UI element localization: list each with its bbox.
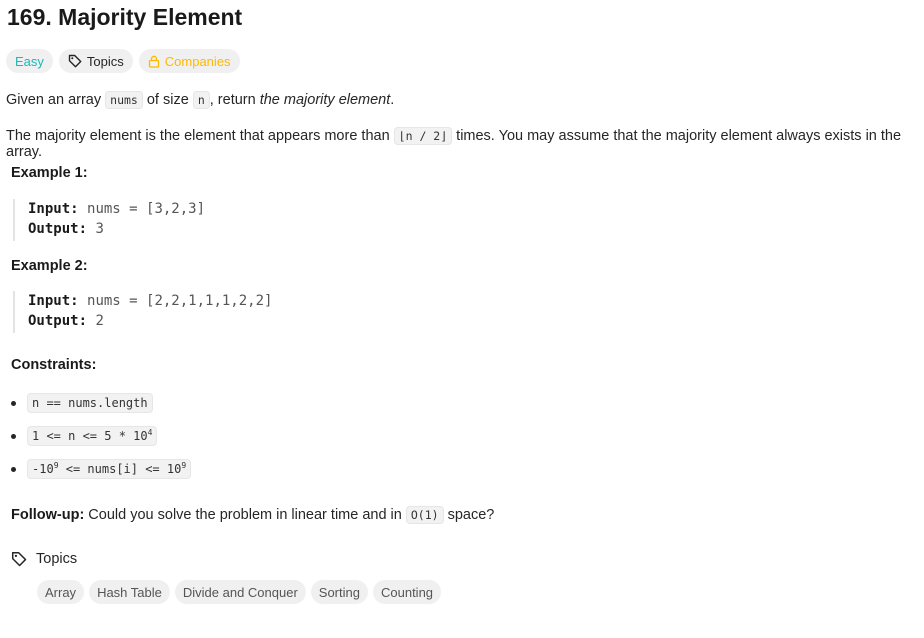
constraints-title: Constraints:	[11, 357, 97, 373]
text: The majority element is the element that…	[6, 128, 394, 144]
example-1-block: Input: nums = [3,2,3] Output: 3	[13, 199, 205, 241]
description-paragraph-1: Given an array nums of size n, return th…	[6, 91, 395, 109]
input-label: Input:	[28, 293, 79, 309]
output-value: 3	[95, 221, 104, 237]
constraint-code: -109 <= nums[i] <= 109	[27, 459, 192, 479]
bullet	[11, 433, 16, 439]
exponent: 9	[181, 461, 187, 470]
output-label: Output:	[28, 313, 88, 329]
text: 1 <= n <= 5 * 10	[32, 429, 148, 443]
companies-button[interactable]: Companies	[138, 49, 240, 73]
difficulty-label: Easy	[15, 53, 44, 69]
topics-button[interactable]: Topics	[58, 49, 133, 73]
constraint-item: n == nums.length	[11, 393, 153, 413]
output-value: 2	[95, 313, 104, 329]
topic-tags: Array Hash Table Divide and Conquer Sort…	[37, 580, 442, 604]
text: Given an array	[6, 92, 106, 108]
bullet	[11, 400, 16, 406]
constraint-item: -109 <= nums[i] <= 109	[11, 459, 192, 479]
inline-code: ⌊n / 2⌋	[393, 127, 453, 145]
text: -10	[32, 462, 54, 476]
constraint-code: 1 <= n <= 5 * 104	[27, 426, 158, 446]
tag-icon	[68, 54, 82, 68]
input-value: nums = [2,2,1,1,1,2,2]	[87, 293, 273, 309]
problem-page: 169. Majority Element Easy Topics Compan…	[0, 0, 924, 638]
inline-code: n	[192, 91, 210, 109]
follow-up-label: Follow-up:	[11, 507, 85, 523]
inline-code: nums	[105, 91, 143, 109]
topic-tag-sorting[interactable]: Sorting	[310, 580, 368, 604]
tag-icon	[11, 551, 27, 567]
emphasis-text: the majority element	[259, 92, 391, 108]
topic-tag-array[interactable]: Array	[37, 580, 85, 604]
bullet	[11, 466, 16, 472]
topic-tag-counting[interactable]: Counting	[372, 580, 442, 604]
example-1-title: Example 1:	[11, 165, 88, 181]
topics-button-label: Topics	[86, 53, 124, 69]
text: Could you solve the problem in linear ti…	[84, 507, 406, 523]
inline-code: O(1)	[405, 506, 444, 524]
topic-tag-hash-table[interactable]: Hash Table	[89, 580, 170, 604]
problem-pills: Easy Topics Companies	[6, 49, 240, 73]
text: <= nums[i] <= 10	[58, 462, 182, 476]
output-label: Output:	[28, 221, 88, 237]
companies-button-label: Companies	[164, 53, 231, 69]
text: , return	[209, 92, 260, 108]
text: space?	[443, 507, 495, 523]
topics-heading: Topics	[36, 551, 78, 567]
lock-icon	[148, 55, 160, 68]
topics-section-toggle[interactable]: Topics	[11, 551, 77, 567]
text: of size	[142, 92, 193, 108]
constraint-code: n == nums.length	[27, 393, 153, 413]
input-value: nums = [3,2,3]	[87, 201, 206, 217]
text: .	[390, 92, 395, 108]
constraint-item: 1 <= n <= 5 * 104	[11, 426, 158, 446]
input-label: Input:	[28, 201, 79, 217]
problem-title: 169. Majority Element	[7, 4, 243, 30]
difficulty-badge: Easy	[6, 49, 53, 73]
exponent: 4	[147, 428, 153, 437]
topic-tag-divide-and-conquer[interactable]: Divide and Conquer	[174, 580, 306, 604]
description-paragraph-2: The majority element is the element that…	[6, 127, 924, 160]
example-2-block: Input: nums = [2,2,1,1,1,2,2] Output: 2	[13, 291, 272, 333]
follow-up: Follow-up: Could you solve the problem i…	[11, 506, 495, 524]
example-2-title: Example 2:	[11, 258, 88, 274]
